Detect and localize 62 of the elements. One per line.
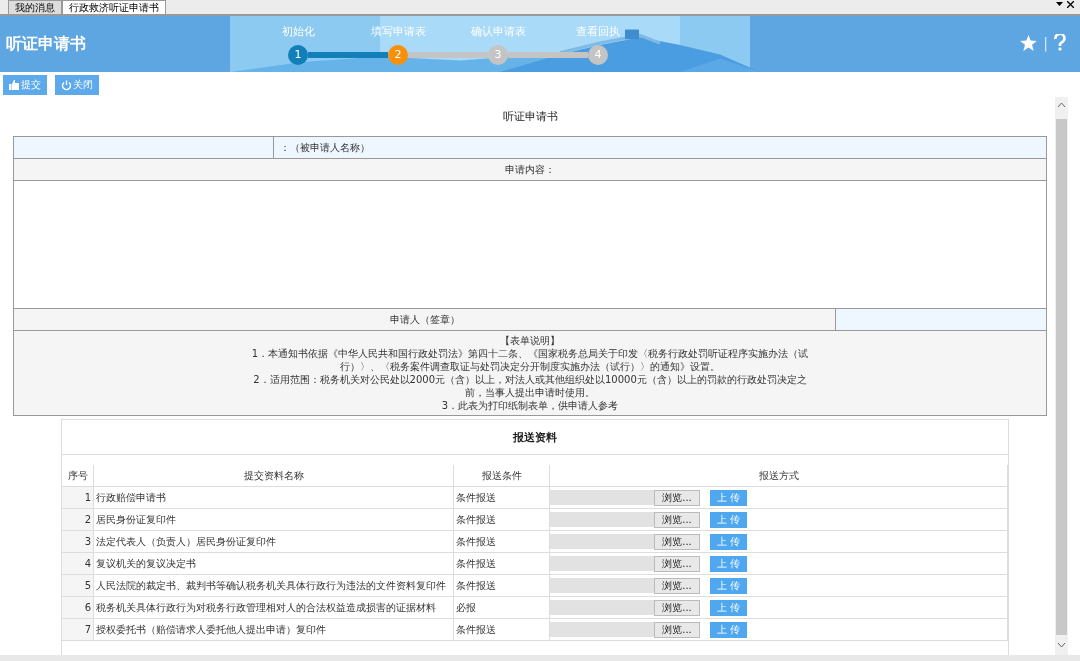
table-cell: 居民身份证复印件	[94, 509, 454, 531]
step-label: 初始化	[281, 23, 315, 39]
browse-button[interactable]: 浏览...	[654, 533, 700, 550]
form-title: 听证申请书	[501, 109, 559, 125]
note-text: 3．此表为打印纸制表单，供申请人参考	[440, 399, 620, 412]
tab[interactable]: 行政救济听证申请书	[62, 0, 166, 14]
browse-button[interactable]: 浏览...	[654, 599, 700, 616]
file-field[interactable]	[550, 600, 654, 615]
browse-button[interactable]: 浏览...	[654, 489, 700, 506]
section-title: 报送资料	[62, 420, 1008, 455]
note-text: 1．本通知书依据《中华人民共和国行政处罚法》第四十二条、《国家税务总局关于印发〈税务行政处罚听证程序实施办法（试行）〉、〈税务案件调查取证与处罚决定分开制度实施办法（试行）〉的通知》设置。	[250, 347, 810, 373]
browse-button[interactable]: 浏览...	[654, 577, 700, 594]
table-cell: 行政赔偿申请书	[94, 487, 454, 509]
signature-field[interactable]	[836, 309, 1046, 330]
divider-glyph: |	[1043, 34, 1048, 51]
column-header: 报送方式	[550, 465, 1008, 487]
step-label: 查看回执	[576, 23, 620, 39]
step-label: 填写申请表	[370, 23, 426, 39]
star-icon[interactable]	[1020, 34, 1038, 51]
form-label: 申请人（签章）	[14, 309, 837, 330]
thumbs-up-icon	[9, 80, 20, 90]
scrollbar[interactable]	[1055, 97, 1068, 655]
browse-button[interactable]: 浏览...	[654, 511, 700, 528]
table-cell: 条件报送	[454, 619, 550, 641]
dropdown-icon[interactable]	[1056, 1, 1063, 7]
notes-title: 【表单说明】	[499, 334, 561, 347]
table-cell: 法定代表人（负责人）居民身份证复印件	[94, 531, 454, 553]
table-cell: 税务机关具体行政行为对税务行政管理相对人的合法权益造成损害的证据材料	[94, 597, 454, 619]
note-text: 2．适用范围：税务机关对公民处以2000元（含）以上，对法人或其他组织处以10000元（含）以上的罚款的行政处罚决定之前，当事人提出申请时使用。	[252, 373, 808, 399]
table-cell: 7	[62, 619, 94, 641]
table-cell: 2	[62, 509, 94, 531]
file-field[interactable]	[550, 622, 654, 637]
table-cell: 条件报送	[454, 575, 550, 597]
table-cell: 4	[62, 553, 94, 575]
file-field[interactable]	[550, 534, 654, 549]
browse-button[interactable]: 浏览...	[654, 555, 700, 572]
file-field[interactable]	[550, 512, 654, 527]
file-field[interactable]	[550, 556, 654, 571]
browse-button[interactable]: 浏览...	[654, 621, 700, 638]
form-label: 申请内容：	[14, 159, 1046, 180]
step-label: 确认申请表	[470, 23, 526, 39]
table-cell: 复议机关的复议决定书	[94, 553, 454, 575]
file-field[interactable]	[550, 578, 654, 593]
table-cell: 必报	[454, 597, 550, 619]
table-cell: 授权委托书（赔偿请求人委托他人提出申请）复印件	[94, 619, 454, 641]
form-label: ：（被申请人名称）	[273, 137, 1046, 158]
table-cell: 6	[62, 597, 94, 619]
table-cell: 条件报送	[454, 553, 550, 575]
file-field[interactable]	[550, 490, 654, 505]
table-cell: 1	[62, 487, 94, 509]
table-cell: 条件报送	[454, 487, 550, 509]
table-cell: 条件报送	[454, 531, 550, 553]
table-cell: 5	[62, 575, 94, 597]
tab[interactable]: 我的消息	[8, 0, 62, 14]
table-cell: 条件报送	[454, 509, 550, 531]
close-icon[interactable]	[1067, 1, 1074, 8]
page-title: 听证申请书	[5, 33, 87, 55]
table-cell: 人民法院的裁定书、裁判书等确认税务机关具体行政行为违法的文件资料复印件	[94, 575, 454, 597]
power-icon	[61, 79, 72, 91]
table-cell: 3	[62, 531, 94, 553]
applicant-field[interactable]	[14, 137, 274, 158]
help-icon[interactable]	[1054, 34, 1066, 51]
